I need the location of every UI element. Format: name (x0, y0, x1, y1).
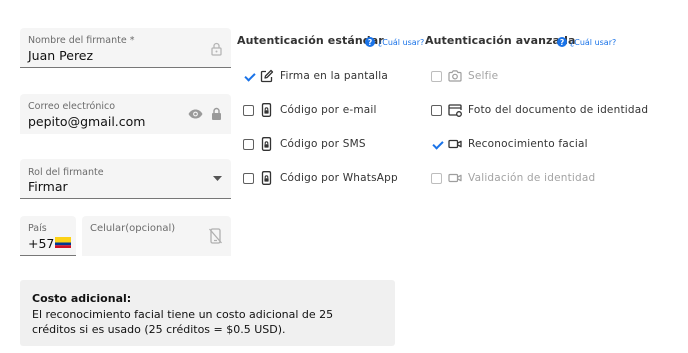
email-field[interactable]: Correo electrónico pepito@gmail.com (20, 94, 231, 134)
option-identity-validation[interactable]: Validación de identidad (431, 168, 595, 188)
option-email-code-label: Código por e-mail (280, 104, 377, 116)
checkbox-identity-validation[interactable] (431, 172, 442, 184)
mobile-field[interactable]: Celular(opcional) (82, 216, 231, 256)
additional-cost-notice: Costo adicional: El reconocimiento facia… (20, 280, 395, 346)
checkbox-selfie[interactable] (431, 70, 442, 82)
option-screen-signature[interactable]: Firma en la pantalla (243, 66, 388, 86)
checkbox-sms-code[interactable] (243, 138, 254, 150)
notice-body: El reconocimiento facial tiene un costo … (32, 308, 334, 336)
phone-lock-icon (261, 171, 272, 185)
notice-title: Costo adicional: (32, 292, 132, 305)
advanced-auth-help-link[interactable]: ? ¿Cuál usar? (557, 37, 616, 47)
option-facial-recognition[interactable]: Reconocimiento facial (424, 129, 588, 157)
country-code-select[interactable]: País +57 (20, 216, 76, 256)
advanced-auth-title: Autenticación avanzada (425, 34, 576, 47)
checkbox-whatsapp-code[interactable] (243, 172, 254, 184)
option-whatsapp-code[interactable]: Código por WhatsApp (243, 168, 398, 188)
option-sms-code-label: Código por SMS (280, 138, 366, 150)
option-id-document-photo[interactable]: Foto del documento de identidad (431, 100, 648, 120)
mobile-placeholder: Celular(opcional) (90, 223, 176, 234)
option-selfie[interactable]: Selfie (431, 66, 498, 86)
country-label: País (28, 223, 47, 234)
signer-name-field[interactable]: Nombre del firmante * Juan Perez (20, 28, 231, 68)
signer-name-value: Juan Perez (28, 48, 94, 63)
standard-auth-help-label: ¿Cuál usar? (378, 37, 425, 47)
option-id-document-photo-label: Foto del documento de identidad (468, 104, 649, 116)
country-code-value: +57 (28, 236, 55, 251)
signer-role-value: Firmar (28, 179, 68, 194)
option-identity-validation-label: Validación de identidad (468, 172, 596, 184)
help-circle-icon: ? (557, 37, 567, 47)
checkbox-email-code[interactable] (243, 104, 254, 116)
signer-role-label: Rol del firmante (28, 167, 104, 178)
standard-auth-help-link[interactable]: ? ¿Cuál usar? (365, 37, 424, 47)
signer-role-select[interactable]: Rol del firmante Firmar (20, 159, 231, 199)
option-email-code[interactable]: Código por e-mail (243, 100, 377, 120)
lock-icon (212, 107, 221, 120)
checkbox-facial-recognition[interactable] (431, 139, 442, 150)
option-sms-code[interactable]: Código por SMS (243, 134, 366, 154)
help-circle-icon: ? (365, 37, 375, 47)
option-selfie-label: Selfie (468, 70, 499, 82)
video-camera-icon (448, 139, 462, 149)
checkbox-screen-signature[interactable] (243, 71, 254, 82)
eye-icon[interactable] (188, 109, 203, 119)
advanced-auth-help-label: ¿Cuál usar? (570, 37, 617, 47)
checkbox-id-document-photo[interactable] (431, 104, 442, 116)
option-whatsapp-code-label: Código por WhatsApp (280, 172, 398, 184)
camera-icon (448, 70, 462, 82)
colombia-flag-icon (55, 237, 71, 248)
option-facial-recognition-label: Reconocimiento facial (468, 138, 588, 150)
email-value: pepito@gmail.com (28, 114, 146, 129)
phone-lock-icon (261, 103, 272, 117)
id-card-icon (448, 104, 462, 117)
signer-name-label: Nombre del firmante * (28, 35, 135, 46)
option-screen-signature-label: Firma en la pantalla (280, 70, 389, 82)
email-label: Correo electrónico (28, 101, 116, 112)
standard-auth-title: Autenticación estándar (237, 34, 384, 47)
phone-off-icon (209, 228, 222, 244)
pen-square-icon (260, 69, 274, 83)
phone-lock-icon (261, 137, 272, 151)
lock-icon (211, 42, 222, 56)
video-camera-icon (448, 173, 462, 183)
caret-down-icon[interactable] (213, 176, 222, 181)
